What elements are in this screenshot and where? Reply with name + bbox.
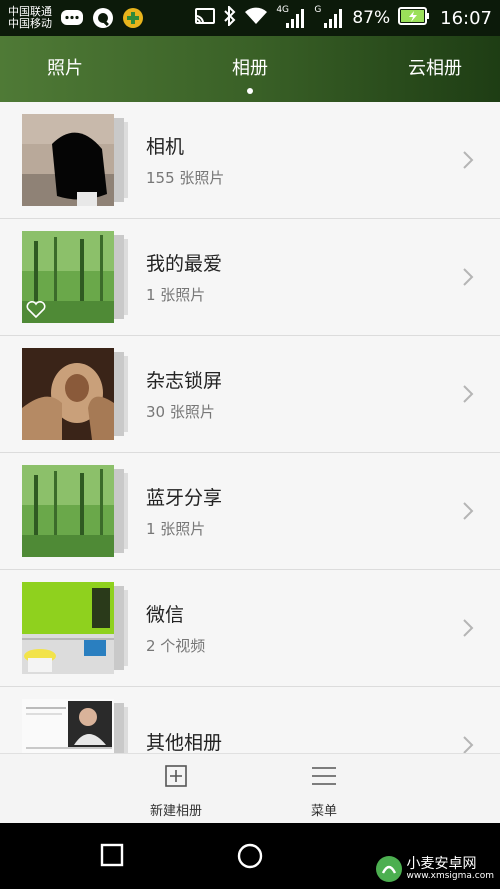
new-album-label: 新建相册 bbox=[149, 804, 202, 819]
album-row-camera[interactable]: 相机 155 张照片 bbox=[0, 102, 500, 219]
watermark: 小麦安卓网 www.xmsigma.com bbox=[375, 855, 494, 883]
tab-bar: 照片 相册 云相册 bbox=[0, 36, 500, 102]
signal-1: 4G bbox=[276, 5, 306, 29]
chevron-right-icon bbox=[463, 502, 474, 520]
battery-icon bbox=[398, 7, 430, 29]
tab-albums[interactable]: 相册 bbox=[130, 36, 370, 102]
cast-icon bbox=[194, 7, 216, 29]
watermark-logo-icon bbox=[375, 856, 402, 882]
album-count: 2 个视频 bbox=[146, 637, 206, 655]
album-list: 相机 155 张照片 我的最爱 1 张照片 杂志锁屏 30 张照片 蓝牙分享 1… bbox=[0, 102, 500, 753]
tab-albums-label: 相册 bbox=[232, 58, 268, 79]
album-name: 微信 bbox=[146, 604, 185, 626]
battery-percent: 87% bbox=[352, 8, 391, 28]
album-count: 1 张照片 bbox=[146, 520, 206, 538]
watermark-text: 小麦安卓网 bbox=[406, 856, 477, 872]
favorites-thumbnail-image bbox=[22, 231, 114, 323]
network-type-2: G bbox=[314, 5, 322, 15]
heart-icon bbox=[26, 301, 46, 319]
menu-label: 菜单 bbox=[310, 804, 337, 819]
album-name: 我的最爱 bbox=[146, 253, 223, 275]
network-type-1: 4G bbox=[276, 5, 290, 15]
album-thumbnail bbox=[22, 465, 132, 557]
other-albums-thumbnail-image bbox=[22, 699, 114, 753]
app-plus-icon bbox=[122, 7, 144, 29]
clock: 16:07 bbox=[440, 7, 492, 29]
album-name: 相机 bbox=[146, 136, 185, 158]
album-info: 微信 2 个视频 bbox=[146, 600, 205, 656]
status-bar: 中国联通 中国移动 4G G 87% 16:07 bbox=[0, 0, 500, 36]
album-info: 杂志锁屏 30 张照片 bbox=[146, 366, 222, 422]
watermark-url: www.xmsigma.com bbox=[406, 871, 494, 881]
app-q-icon bbox=[92, 7, 114, 29]
carrier-2: 中国移动 bbox=[8, 17, 52, 30]
album-thumbnail bbox=[22, 699, 132, 753]
chevron-right-icon bbox=[463, 268, 474, 286]
album-thumbnail bbox=[22, 114, 132, 206]
album-thumbnail bbox=[22, 348, 132, 440]
album-count: 1 张照片 bbox=[146, 286, 206, 304]
new-album-button[interactable]: 新建相册 bbox=[126, 764, 226, 819]
album-name: 其他相册 bbox=[146, 731, 223, 754]
album-info: 我的最爱 1 张照片 bbox=[146, 249, 222, 305]
album-row-bluetooth-share[interactable]: 蓝牙分享 1 张照片 bbox=[0, 453, 500, 570]
album-row-magazine-lockscreen[interactable]: 杂志锁屏 30 张照片 bbox=[0, 336, 500, 453]
signal-2: G bbox=[314, 5, 344, 29]
chevron-right-icon bbox=[463, 385, 474, 403]
album-count: 30 张照片 bbox=[146, 403, 215, 421]
bottom-action-bar: 新建相册 菜单 bbox=[0, 753, 500, 823]
album-info: 其他相册 bbox=[146, 728, 222, 754]
camera-thumbnail-image bbox=[22, 114, 114, 206]
status-right: 4G G 87% 16:07 bbox=[194, 4, 492, 30]
album-row-other-albums[interactable]: 其他相册 bbox=[0, 687, 500, 753]
wifi-icon bbox=[244, 7, 268, 29]
carrier-labels: 中国联通 中国移动 bbox=[8, 6, 52, 30]
tab-photos[interactable]: 照片 bbox=[0, 36, 130, 102]
album-info: 相机 155 张照片 bbox=[146, 132, 224, 188]
album-count: 155 张照片 bbox=[146, 169, 225, 187]
album-thumbnail bbox=[22, 231, 132, 323]
active-tab-indicator bbox=[247, 88, 253, 94]
album-name: 杂志锁屏 bbox=[146, 370, 223, 392]
menu-button[interactable]: 菜单 bbox=[274, 764, 374, 819]
message-icon bbox=[60, 9, 84, 27]
album-info: 蓝牙分享 1 张照片 bbox=[146, 483, 222, 539]
album-row-favorites[interactable]: 我的最爱 1 张照片 bbox=[0, 219, 500, 336]
tab-cloud-albums[interactable]: 云相册 bbox=[370, 36, 500, 102]
chevron-right-icon bbox=[463, 151, 474, 169]
recents-icon[interactable] bbox=[100, 843, 124, 867]
album-row-wechat[interactable]: 微信 2 个视频 bbox=[0, 570, 500, 687]
chevron-right-icon bbox=[463, 619, 474, 637]
add-box-icon bbox=[165, 765, 187, 787]
home-icon[interactable] bbox=[237, 843, 263, 869]
album-thumbnail bbox=[22, 582, 132, 674]
bluetooth-share-thumbnail-image bbox=[22, 465, 114, 557]
album-name: 蓝牙分享 bbox=[146, 487, 223, 509]
magazine-thumbnail-image bbox=[22, 348, 114, 440]
menu-icon bbox=[312, 767, 336, 785]
wechat-thumbnail-image bbox=[22, 582, 114, 674]
system-nav-bar: 小麦安卓网 www.xmsigma.com bbox=[0, 823, 500, 889]
bluetooth-icon bbox=[224, 4, 236, 30]
chevron-right-icon bbox=[463, 736, 474, 753]
